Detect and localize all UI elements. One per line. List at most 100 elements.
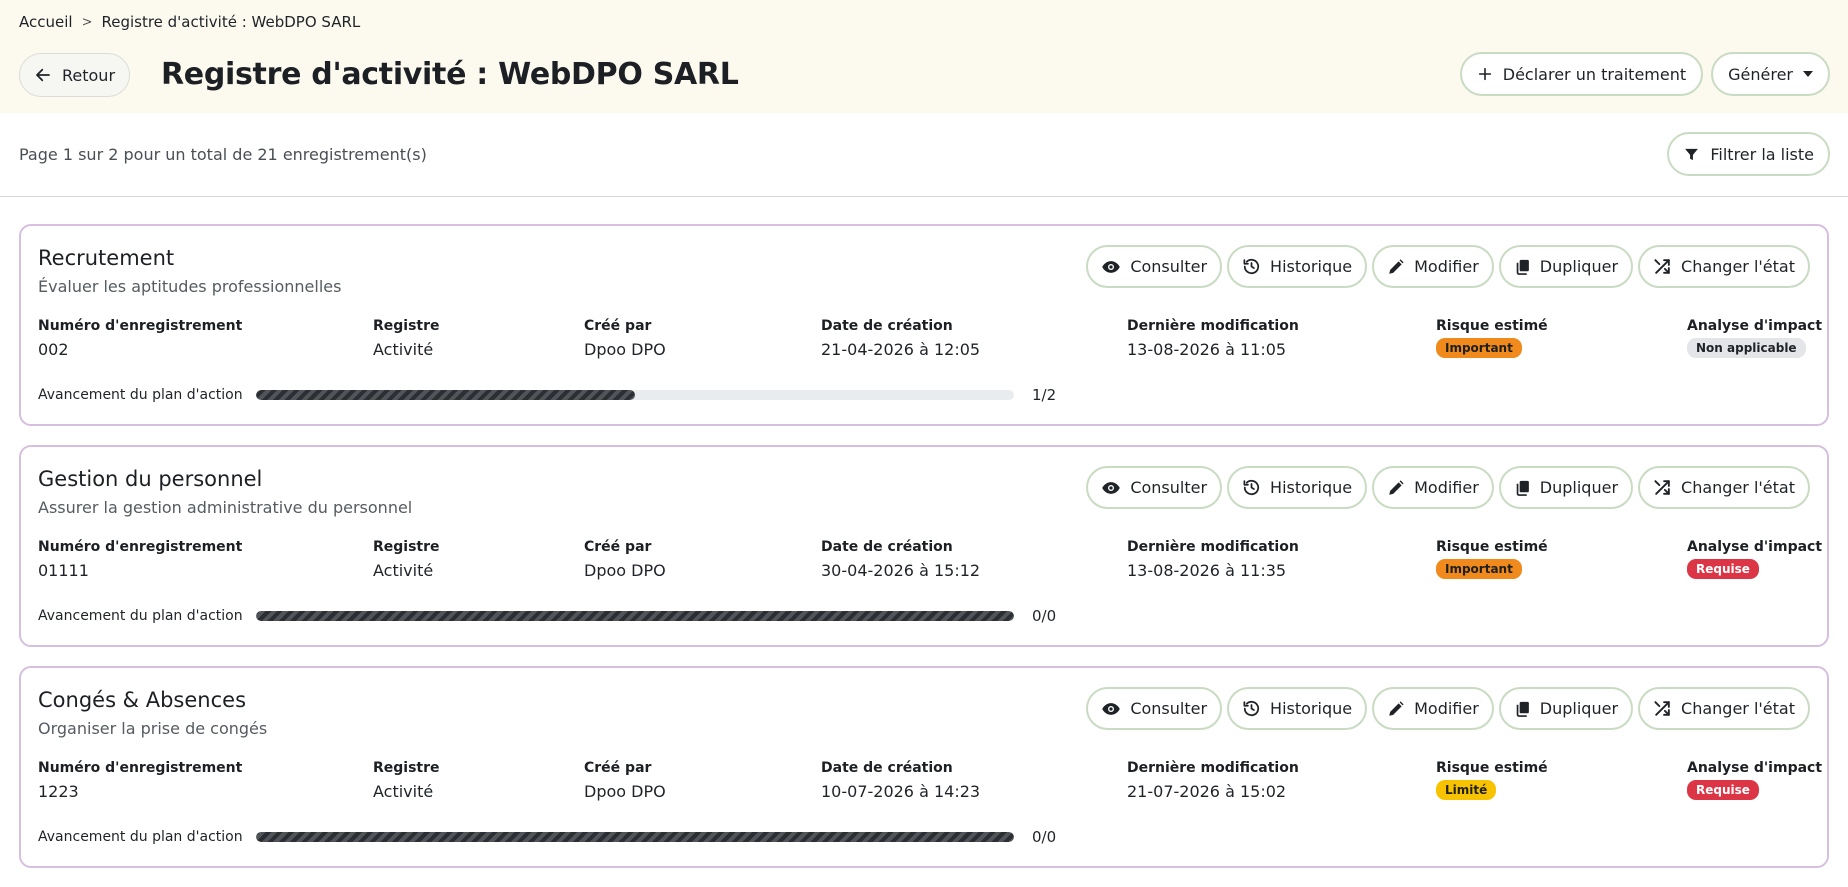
field-number: Numéro d'enregistrement 1223	[38, 760, 242, 801]
filter-list-button[interactable]: Filtrer la liste	[1667, 132, 1830, 176]
record-fields: Numéro d'enregistrement 01111 Registre A…	[38, 539, 1822, 585]
field-risk: Risque estimé Important	[1436, 539, 1548, 579]
field-label: Numéro d'enregistrement	[38, 318, 243, 334]
duplicate-label: Dupliquer	[1539, 699, 1619, 718]
change-state-button[interactable]: Changer l'état	[1638, 245, 1810, 288]
record-created-at: 10-07-2026 à 14:23	[821, 782, 981, 801]
record-subtitle: Organiser la prise de congés	[38, 719, 268, 738]
duplicate-label: Dupliquer	[1539, 478, 1619, 497]
record-fields: Numéro d'enregistrement 1223 Registre Ac…	[38, 760, 1822, 806]
eye-icon	[1102, 260, 1121, 273]
record-card: Congés & Absences Organiser la prise de …	[19, 666, 1829, 868]
record-modified-at: 21-07-2026 à 15:02	[1127, 782, 1287, 801]
consult-label: Consulter	[1130, 257, 1208, 276]
record-register: Activité	[373, 561, 434, 580]
field-number: Numéro d'enregistrement 01111	[38, 539, 242, 580]
record-number: 1223	[38, 782, 79, 801]
field-register: Registre Activité	[373, 760, 440, 801]
duplicate-button[interactable]: Dupliquer	[1498, 687, 1634, 730]
eye-icon	[1102, 481, 1121, 494]
edit-button[interactable]: Modifier	[1372, 687, 1494, 730]
change-state-button[interactable]: Changer l'état	[1638, 466, 1810, 509]
progress-count: 0/0	[1032, 828, 1057, 846]
change-state-button[interactable]: Changer l'état	[1638, 687, 1810, 730]
edit-label: Modifier	[1414, 699, 1479, 718]
arrow-left-icon	[36, 68, 50, 82]
field-label: Analyse d'impact	[1687, 539, 1823, 555]
duplicate-button[interactable]: Dupliquer	[1498, 245, 1634, 288]
progress-bar	[256, 390, 1014, 400]
history-icon	[1243, 700, 1260, 717]
field-risk: Risque estimé Important	[1436, 318, 1548, 358]
breadcrumb-home-link[interactable]: Accueil	[19, 13, 73, 31]
action-plan-progress: Avancement du plan d'action 0/0	[38, 607, 1056, 625]
copy-icon	[1516, 480, 1529, 496]
impact-badge: Requise	[1687, 559, 1759, 579]
field-label: Date de création	[821, 318, 953, 334]
action-plan-progress: Avancement du plan d'action 0/0	[38, 828, 1056, 846]
record-subtitle: Évaluer les aptitudes professionnelles	[38, 277, 342, 296]
history-button[interactable]: Historique	[1227, 687, 1368, 730]
pencil-icon	[1389, 258, 1404, 274]
records-list: Recrutement Évaluer les aptitudes profes…	[19, 224, 1829, 887]
field-label: Risque estimé	[1436, 760, 1548, 776]
duplicate-label: Dupliquer	[1539, 257, 1619, 276]
declare-treatment-label: Déclarer un traitement	[1502, 64, 1687, 84]
edit-label: Modifier	[1414, 478, 1479, 497]
record-subtitle: Assurer la gestion administrative du per…	[38, 498, 413, 517]
shuffle-icon	[1654, 259, 1670, 274]
history-icon	[1243, 258, 1260, 275]
impact-badge: Non applicable	[1687, 338, 1806, 358]
record-register: Activité	[373, 340, 434, 359]
field-label: Date de création	[821, 539, 953, 555]
record-actions: Consulter Historique Modifier Dupliquer …	[1086, 687, 1810, 730]
progress-count: 1/2	[1032, 386, 1057, 404]
copy-icon	[1516, 259, 1529, 275]
consult-button[interactable]: Consulter	[1086, 245, 1223, 288]
duplicate-button[interactable]: Dupliquer	[1498, 466, 1634, 509]
progress-bar-fill	[256, 390, 635, 400]
action-plan-progress: Avancement du plan d'action 1/2	[38, 386, 1056, 404]
record-created-by: Dpoo DPO	[584, 561, 666, 580]
field-modified-at: Dernière modification 21-07-2026 à 15:02	[1127, 760, 1299, 801]
record-title: Congés & Absences	[38, 688, 247, 712]
history-icon	[1243, 479, 1260, 496]
pencil-icon	[1389, 479, 1404, 495]
field-label: Créé par	[584, 539, 652, 555]
field-label: Analyse d'impact	[1687, 318, 1823, 334]
record-modified-at: 13-08-2026 à 11:35	[1127, 561, 1287, 580]
record-modified-at: 13-08-2026 à 11:05	[1127, 340, 1287, 359]
risk-badge: Limité	[1436, 780, 1497, 800]
history-button[interactable]: Historique	[1227, 245, 1368, 288]
edit-button[interactable]: Modifier	[1372, 245, 1494, 288]
field-created-at: Date de création 10-07-2026 à 14:23	[821, 760, 980, 801]
record-number: 002	[38, 340, 69, 359]
field-created-at: Date de création 21-04-2026 à 12:05	[821, 318, 980, 359]
page-title: Registre d'activité : WebDPO SARL	[161, 57, 739, 92]
record-actions: Consulter Historique Modifier Dupliquer …	[1086, 466, 1810, 509]
field-label: Numéro d'enregistrement	[38, 760, 243, 776]
risk-badge: Important	[1436, 559, 1522, 579]
caret-down-icon	[1803, 71, 1813, 77]
shuffle-icon	[1654, 480, 1670, 495]
field-impact: Analyse d'impact Requise	[1687, 760, 1822, 800]
declare-treatment-button[interactable]: Déclarer un traitement	[1459, 52, 1704, 96]
risk-badge: Important	[1436, 338, 1522, 358]
consult-button[interactable]: Consulter	[1086, 687, 1223, 730]
consult-button[interactable]: Consulter	[1086, 466, 1223, 509]
field-risk: Risque estimé Limité	[1436, 760, 1548, 800]
back-button[interactable]: Retour	[19, 53, 131, 97]
field-created-by: Créé par Dpoo DPO	[584, 760, 666, 801]
edit-button[interactable]: Modifier	[1372, 466, 1494, 509]
history-button[interactable]: Historique	[1227, 466, 1368, 509]
generate-dropdown-button[interactable]: Générer	[1711, 52, 1830, 96]
plus-icon	[1478, 67, 1491, 81]
record-created-by: Dpoo DPO	[584, 340, 666, 359]
pencil-icon	[1389, 700, 1404, 716]
breadcrumb-separator: >	[81, 14, 93, 30]
field-label: Risque estimé	[1436, 318, 1548, 334]
field-label: Risque estimé	[1436, 539, 1548, 555]
record-created-at: 30-04-2026 à 15:12	[821, 561, 981, 580]
field-label: Registre	[373, 539, 440, 555]
page-header: Accueil > Registre d'activité : WebDPO S…	[0, 0, 1848, 113]
